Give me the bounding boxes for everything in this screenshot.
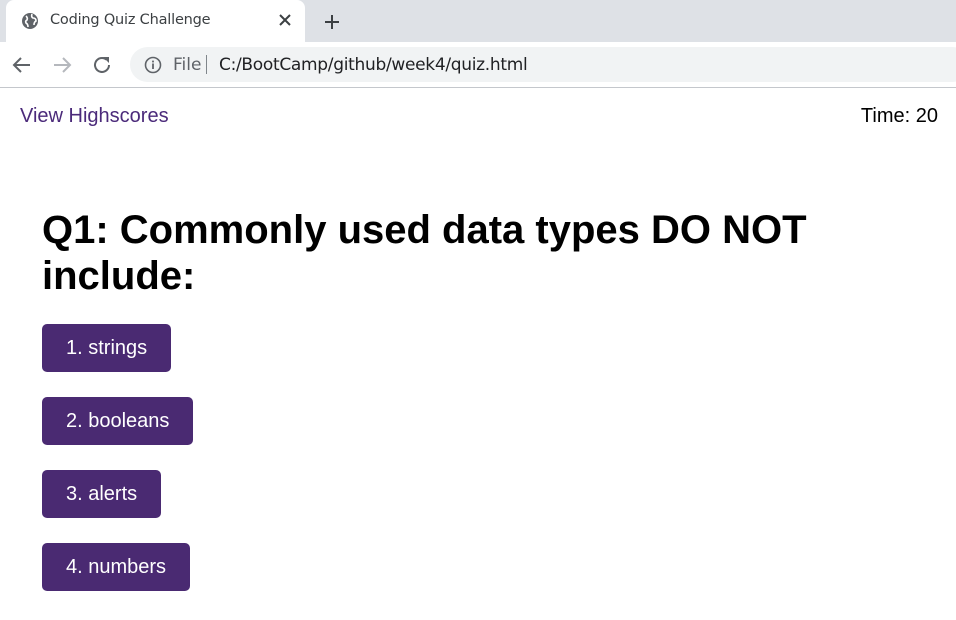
browser-toolbar: File C:/BootCamp/github/week4/quiz.html <box>0 42 956 88</box>
tab-title: Coding Quiz Challenge <box>50 12 211 28</box>
url-scheme: File <box>173 55 202 75</box>
url-separator <box>206 55 207 74</box>
forward-arrow-icon[interactable] <box>50 53 74 77</box>
info-icon[interactable] <box>144 56 162 74</box>
quiz-page: View Highscores Time: 20 Q1: Commonly us… <box>0 89 956 620</box>
answer-button-3[interactable]: 3. alerts <box>42 470 162 518</box>
answer-list: 1. strings 2. booleans 3. alerts 4. numb… <box>42 324 194 616</box>
url-text[interactable]: C:/BootCamp/github/week4/quiz.html <box>219 55 528 75</box>
globe-icon <box>22 13 38 29</box>
address-bar[interactable]: File C:/BootCamp/github/week4/quiz.html <box>130 47 956 82</box>
browser-tab[interactable]: Coding Quiz Challenge <box>6 0 305 42</box>
back-arrow-icon[interactable] <box>10 53 34 77</box>
answer-button-1[interactable]: 1. strings <box>42 324 172 372</box>
answer-button-4[interactable]: 4. numbers <box>42 543 191 591</box>
answer-button-2[interactable]: 2. booleans <box>42 397 194 445</box>
new-tab-icon[interactable] <box>322 12 342 32</box>
question-title: Q1: Commonly used data types DO NOT incl… <box>42 208 807 298</box>
timer: Time: 20 <box>861 105 938 128</box>
view-highscores-link[interactable]: View Highscores <box>20 105 169 128</box>
reload-icon[interactable] <box>90 53 114 77</box>
timer-label: Time: <box>860 105 911 127</box>
timer-value: 20 <box>915 105 938 127</box>
close-icon[interactable] <box>278 13 292 27</box>
browser-tabstrip: Coding Quiz Challenge <box>0 0 956 42</box>
